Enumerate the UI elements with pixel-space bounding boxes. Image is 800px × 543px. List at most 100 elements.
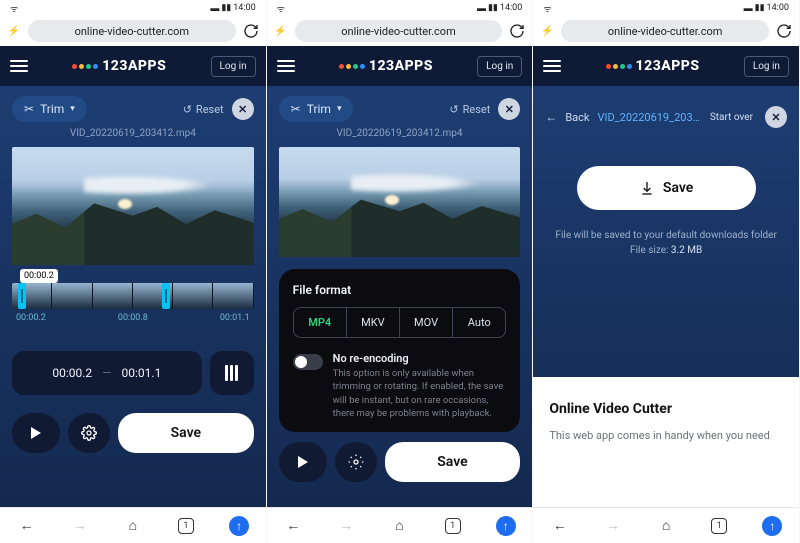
start-over-button[interactable]: Start over — [710, 112, 753, 123]
phone-screen-2: ᯤ ▬▮▮14:00 ⚡ online-video-cutter.com 123… — [267, 0, 534, 543]
url-box[interactable]: online-video-cutter.com — [28, 20, 236, 42]
bolt-icon[interactable]: ⚡ — [6, 23, 22, 39]
save-button[interactable]: Save — [385, 442, 521, 482]
chevron-down-icon: ▾ — [337, 104, 342, 114]
format-option-mkv[interactable]: MKV — [347, 308, 400, 337]
info-card: Online Video Cutter This web app comes i… — [533, 377, 799, 507]
play-button[interactable] — [279, 442, 327, 482]
download-icon — [639, 180, 655, 196]
scissors-icon: ✂ — [24, 102, 34, 116]
battery-icon: ▮▮ — [755, 3, 765, 13]
back-arrow-icon[interactable]: ← — [545, 110, 557, 124]
logo[interactable]: 123APPS — [72, 58, 166, 74]
filesize-label: File size: — [630, 245, 668, 256]
scissors-icon: ✂ — [291, 102, 301, 116]
trim-label: Trim — [307, 102, 331, 116]
home-icon[interactable]: ⌂ — [123, 516, 143, 536]
reset-button[interactable]: ↺Reset — [449, 103, 490, 116]
url-box[interactable]: online-video-cutter.com — [561, 20, 769, 42]
filmstrip-icon — [225, 365, 238, 381]
trim-handle-right[interactable] — [162, 283, 170, 309]
phone-screen-3: ᯤ ▬▮▮14:00 ⚡ online-video-cutter.com 123… — [533, 0, 800, 543]
settings-button[interactable] — [335, 442, 377, 482]
home-icon[interactable]: ⌂ — [389, 516, 409, 536]
format-option-mp4[interactable]: MP4 — [294, 308, 347, 337]
back-label[interactable]: Back — [565, 111, 589, 124]
forward-icon[interactable]: → — [70, 516, 90, 536]
close-button[interactable]: ✕ — [232, 98, 254, 120]
hamburger-icon[interactable] — [277, 60, 295, 72]
logo-dots-icon — [606, 64, 632, 69]
info-card-description: This web app comes in handy when you nee… — [549, 427, 783, 445]
signal-icon: ▬ — [744, 3, 753, 14]
panel-title: File format — [293, 283, 507, 297]
format-option-auto[interactable]: Auto — [453, 308, 505, 337]
logo-text: 123APPS — [369, 58, 433, 74]
gear-icon — [81, 425, 97, 441]
back-icon[interactable]: ← — [283, 516, 303, 536]
reencode-description: This option is only available when trimm… — [333, 367, 507, 420]
login-button[interactable]: Log in — [744, 56, 789, 77]
signal-icon: ▬ — [210, 3, 219, 14]
actions-row: Save — [12, 413, 254, 453]
start-time: 00:00.2 — [52, 366, 92, 380]
end-time: 00:01.1 — [122, 366, 162, 380]
play-button[interactable] — [12, 413, 60, 453]
close-button[interactable]: ✕ — [498, 98, 520, 120]
save-label: Save — [663, 180, 693, 196]
timeline-track[interactable] — [12, 283, 254, 309]
back-icon[interactable]: ← — [17, 516, 37, 536]
timeline[interactable]: 00:00.2 00:00.2 00:00.8 00:01.1 — [12, 283, 254, 331]
upload-button[interactable]: ↑ — [762, 516, 782, 536]
video-preview[interactable] — [279, 147, 521, 257]
reload-icon[interactable] — [508, 22, 526, 40]
status-time: 14:00 — [233, 3, 255, 13]
tabs-button[interactable]: 1 — [176, 516, 196, 536]
info-card-title: Online Video Cutter — [549, 401, 783, 417]
logo-text: 123APPS — [636, 58, 700, 74]
trim-handle-left[interactable] — [18, 283, 26, 309]
bolt-icon[interactable]: ⚡ — [273, 23, 289, 39]
upload-button[interactable]: ↑ — [229, 516, 249, 536]
logo[interactable]: 123APPS — [606, 58, 700, 74]
url-box[interactable]: online-video-cutter.com — [295, 20, 503, 42]
login-button[interactable]: Log in — [477, 56, 522, 77]
timeline-labels: 00:00.2 00:00.8 00:01.1 — [12, 313, 254, 323]
time-range-box[interactable]: 00:00.2 — 00:01.1 — [12, 351, 202, 395]
reset-button[interactable]: ↺ Reset — [183, 103, 224, 116]
back-icon[interactable]: ← — [550, 516, 570, 536]
hamburger-icon[interactable] — [543, 60, 561, 72]
trim-button[interactable]: ✂ Trim ▾ — [12, 96, 87, 122]
filmstrip-button[interactable] — [210, 351, 254, 395]
wifi-icon: ᯤ — [10, 2, 18, 15]
home-icon[interactable]: ⌂ — [656, 516, 676, 536]
reload-icon[interactable] — [242, 22, 260, 40]
reencode-toggle[interactable] — [293, 354, 323, 370]
login-button[interactable]: Log in — [211, 56, 256, 77]
tabs-button[interactable]: 1 — [709, 516, 729, 536]
app-header: 123APPS Log in — [267, 46, 533, 86]
wifi-icon: ᯤ — [543, 2, 551, 15]
close-button[interactable]: ✕ — [765, 106, 787, 128]
reencode-label: No re-encoding — [333, 352, 507, 365]
save-button[interactable]: Save — [118, 413, 254, 453]
play-icon — [298, 456, 308, 468]
tabs-button[interactable]: 1 — [443, 516, 463, 536]
bolt-icon[interactable]: ⚡ — [539, 23, 555, 39]
app-body: ← Back VID_20220619_203412.mp4 Start ove… — [533, 86, 799, 507]
forward-icon[interactable]: → — [336, 516, 356, 536]
download-save-button[interactable]: Save — [577, 166, 756, 210]
browser-bottom-bar: ← → ⌂ 1 ↑ — [0, 507, 266, 543]
reload-icon[interactable] — [775, 22, 793, 40]
logo[interactable]: 123APPS — [339, 58, 433, 74]
hamburger-icon[interactable] — [10, 60, 28, 72]
upload-button[interactable]: ↑ — [496, 516, 516, 536]
time-mark: 00:00.8 — [118, 313, 148, 323]
download-hint: File will be saved to your default downl… — [545, 230, 787, 256]
settings-button[interactable] — [68, 413, 110, 453]
video-preview[interactable] — [12, 147, 254, 265]
breadcrumb: ← Back VID_20220619_203412.mp4 Start ove… — [545, 106, 787, 128]
format-option-mov[interactable]: MOV — [400, 308, 453, 337]
forward-icon[interactable]: → — [603, 516, 623, 536]
trim-button[interactable]: ✂ Trim ▾ — [279, 96, 354, 122]
